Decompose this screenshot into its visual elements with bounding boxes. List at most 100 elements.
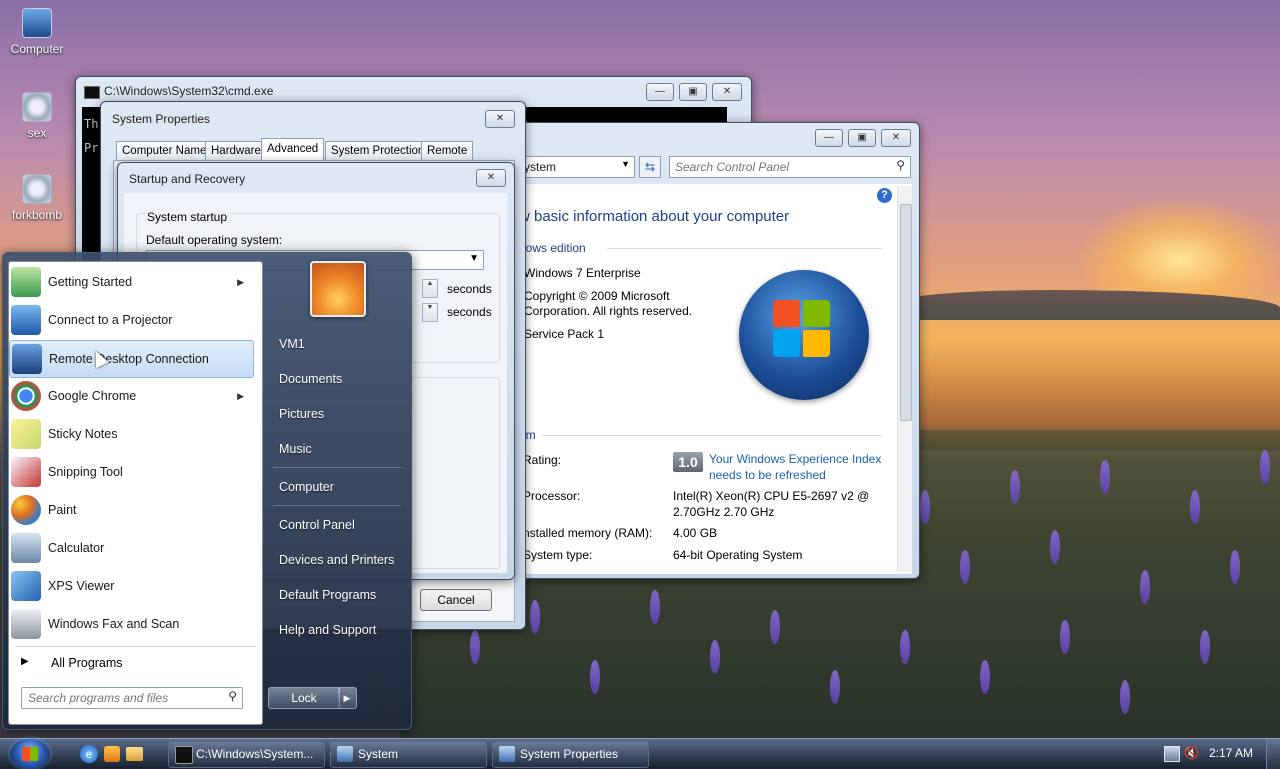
start-button[interactable] bbox=[10, 739, 50, 769]
show-desktop-button[interactable] bbox=[1266, 739, 1280, 769]
taskbar-button-cmd[interactable]: C:\Windows\System... bbox=[168, 741, 325, 768]
media-player-icon[interactable] bbox=[104, 746, 120, 762]
program-label: Getting Started bbox=[48, 275, 133, 289]
search-box[interactable]: ⚲ bbox=[669, 156, 911, 178]
desktop-icon-computer[interactable]: Computer bbox=[5, 8, 69, 56]
right-item-computer[interactable]: Computer bbox=[279, 480, 334, 494]
taskbar-button-system-properties[interactable]: System Properties bbox=[492, 741, 649, 768]
program-google-chrome[interactable]: Google Chrome ▶ bbox=[9, 378, 254, 414]
taskbar-button-label: C:\Windows\System... bbox=[196, 747, 314, 761]
minimize-button[interactable]: — bbox=[815, 129, 843, 147]
console-line: Th bbox=[84, 117, 99, 131]
ie-icon[interactable]: e bbox=[80, 745, 98, 763]
start-search-box[interactable]: ⚲ bbox=[21, 687, 243, 709]
systype-label: System type: bbox=[523, 548, 593, 562]
cancel-button[interactable]: Cancel bbox=[420, 589, 492, 611]
sysprops-titlebar[interactable]: System Properties ✕ bbox=[101, 102, 525, 130]
start-search-input[interactable] bbox=[26, 689, 220, 707]
right-item-default-programs[interactable]: Default Programs bbox=[279, 588, 376, 602]
program-label: Calculator bbox=[48, 541, 105, 555]
rating-label: Rating: bbox=[523, 453, 562, 467]
volume-muted-icon[interactable]: 🔇 bbox=[1184, 746, 1199, 760]
tab-system-protection[interactable]: System Protection bbox=[325, 141, 431, 161]
time-spin-down[interactable]: ▼ bbox=[422, 303, 438, 322]
user-picture[interactable] bbox=[310, 261, 366, 317]
memory-value: 4.00 GB bbox=[673, 526, 718, 540]
program-getting-started[interactable]: Getting Started ▶ bbox=[9, 264, 254, 300]
help-icon[interactable]: ? bbox=[877, 188, 892, 203]
seconds-unit: seconds bbox=[447, 282, 492, 296]
tab-remote[interactable]: Remote bbox=[421, 141, 474, 161]
folder-icon[interactable] bbox=[126, 747, 143, 761]
service-pack: Service Pack 1 bbox=[524, 327, 605, 341]
program-connect-projector[interactable]: Connect to a Projector bbox=[9, 302, 254, 338]
tab-hardware[interactable]: Hardware bbox=[205, 141, 267, 161]
right-item-music[interactable]: Music bbox=[279, 442, 312, 456]
gear-icon bbox=[22, 92, 52, 122]
desktop-icon-forkbomb[interactable]: forkbomb bbox=[5, 174, 69, 222]
program-label: Connect to a Projector bbox=[48, 313, 173, 327]
close-button[interactable]: ✕ bbox=[881, 129, 911, 147]
search-icon[interactable]: ⚲ bbox=[228, 689, 237, 703]
cmd-title: C:\Windows\System32\cmd.exe bbox=[104, 84, 274, 98]
right-item-help-support[interactable]: Help and Support bbox=[279, 623, 376, 637]
maximize-button[interactable]: ▣ bbox=[848, 129, 876, 147]
shutdown-options-button[interactable]: ▶ bbox=[338, 687, 357, 709]
processor-label: Processor: bbox=[523, 489, 581, 503]
system-window[interactable]: — ▣ ✕ ystem ▼ ⇆ ⚲ ? w basic information … bbox=[498, 122, 920, 579]
experience-score: 1.0 bbox=[678, 454, 698, 470]
divider bbox=[273, 467, 401, 468]
close-button[interactable]: ✕ bbox=[485, 110, 515, 128]
taskbar-button-system[interactable]: System bbox=[330, 741, 487, 768]
desktop-icon-sex[interactable]: sex bbox=[5, 92, 69, 140]
default-os-label: Default operating system: bbox=[146, 233, 283, 247]
program-calculator[interactable]: Calculator bbox=[9, 530, 254, 566]
processor-value-line1: Intel(R) Xeon(R) CPU E5-2697 v2 @ bbox=[673, 489, 870, 503]
chevron-down-icon[interactable]: ▼ bbox=[469, 253, 479, 264]
group-title: System startup bbox=[145, 210, 230, 224]
program-sticky-notes[interactable]: Sticky Notes bbox=[9, 416, 254, 452]
program-snipping-tool[interactable]: Snipping Tool bbox=[9, 454, 254, 490]
chevron-right-icon: ▶ bbox=[21, 656, 29, 667]
program-fax-scan[interactable]: Windows Fax and Scan bbox=[9, 606, 254, 642]
refresh-button[interactable]: ⇆ bbox=[639, 156, 661, 178]
cmd-icon bbox=[84, 86, 100, 99]
address-bar[interactable]: ystem ▼ bbox=[517, 156, 635, 178]
right-item-vm1[interactable]: VM1 bbox=[279, 337, 305, 351]
experience-index-link[interactable]: Your Windows Experience Index needs to b… bbox=[709, 452, 881, 482]
scrollbar[interactable] bbox=[897, 186, 912, 571]
search-icon[interactable]: ⚲ bbox=[896, 158, 905, 172]
maximize-button[interactable]: ▣ bbox=[679, 83, 707, 101]
computer-icon bbox=[22, 8, 52, 38]
snipping-tool-icon bbox=[11, 457, 41, 487]
network-icon[interactable] bbox=[1164, 746, 1180, 762]
search-input[interactable] bbox=[673, 158, 887, 176]
close-button[interactable]: ✕ bbox=[476, 169, 506, 187]
lock-label: Lock bbox=[291, 691, 317, 705]
cmd-icon bbox=[175, 746, 193, 764]
lock-button[interactable]: Lock bbox=[268, 687, 340, 709]
program-paint[interactable]: Paint bbox=[9, 492, 254, 528]
right-item-control-panel[interactable]: Control Panel bbox=[279, 518, 355, 532]
time-spin-up[interactable]: ▲ bbox=[422, 279, 438, 298]
tab-advanced[interactable]: Advanced bbox=[261, 138, 325, 161]
program-xps-viewer[interactable]: XPS Viewer bbox=[9, 568, 254, 604]
chevron-down-icon[interactable]: ▼ bbox=[621, 159, 630, 169]
cancel-label: Cancel bbox=[437, 593, 475, 607]
copyright-line2: Corporation. All rights reserved. bbox=[524, 304, 693, 318]
system-titlebar[interactable]: — ▣ ✕ bbox=[499, 123, 919, 151]
right-item-pictures[interactable]: Pictures bbox=[279, 407, 324, 421]
right-item-devices-printers[interactable]: Devices and Printers bbox=[279, 553, 394, 567]
startup-titlebar[interactable]: Startup and Recovery ✕ bbox=[118, 163, 514, 191]
right-item-documents[interactable]: Documents bbox=[279, 372, 342, 386]
minimize-button[interactable]: — bbox=[646, 83, 674, 101]
all-programs-button[interactable]: ▶ All Programs bbox=[17, 652, 255, 674]
program-remote-desktop[interactable]: Remote Desktop Connection bbox=[9, 340, 254, 378]
close-button[interactable]: ✕ bbox=[712, 83, 742, 101]
clock[interactable]: 2:17 AM bbox=[1209, 746, 1253, 760]
tab-computer-name[interactable]: Computer Name bbox=[116, 141, 213, 161]
chrome-icon bbox=[11, 381, 41, 411]
calculator-icon bbox=[11, 533, 41, 563]
scroll-thumb[interactable] bbox=[900, 204, 912, 421]
start-menu[interactable]: Getting Started ▶ Connect to a Projector… bbox=[2, 252, 412, 730]
